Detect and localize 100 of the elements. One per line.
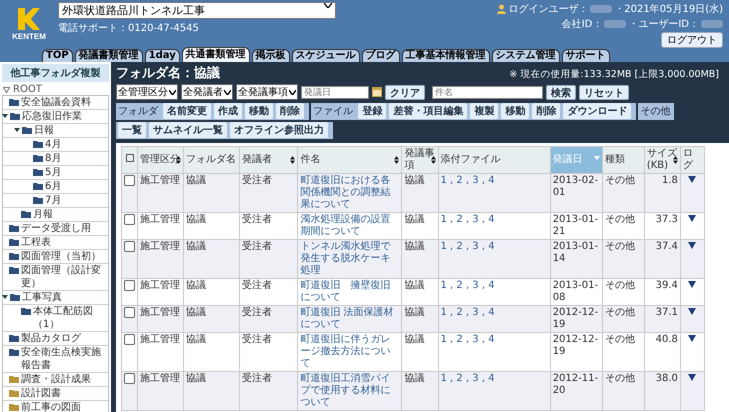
filter-select[interactable]: 全管理区分 bbox=[116, 84, 178, 100]
toolbar-button[interactable]: 名前変更 bbox=[163, 103, 212, 119]
folder-tree-item[interactable]: 安全衛生点検実施報告書 bbox=[3, 346, 108, 373]
column-header[interactable]: 件名 bbox=[298, 146, 402, 174]
column-header[interactable]: 添付ファイル bbox=[438, 146, 550, 174]
table-cell: 2013-02-01 bbox=[552, 175, 598, 198]
nav-tab[interactable]: ブログ bbox=[362, 49, 400, 62]
table-cell: その他 bbox=[604, 334, 635, 345]
project-select[interactable]: 外環状道路品川トンネル工事 bbox=[58, 2, 336, 19]
search-button[interactable]: 検索 bbox=[546, 84, 576, 100]
table-cell: 37.3 bbox=[656, 214, 678, 225]
login-user-label: ログインユーザ： bbox=[508, 3, 588, 16]
table-cell: 受注者 bbox=[242, 175, 272, 186]
company-id-label: 会社ID： bbox=[562, 18, 602, 31]
filter-select[interactable]: 全発議事項 bbox=[236, 84, 298, 100]
nav-tab[interactable]: スケジュール bbox=[292, 49, 360, 62]
table-cell: 協議 bbox=[186, 307, 206, 318]
toolbar-button[interactable]: 登録 bbox=[358, 103, 386, 119]
folder-tree-item[interactable]: 調査・設計成果 bbox=[3, 373, 108, 387]
nav-tab[interactable]: システム管理 bbox=[492, 49, 560, 62]
clear-button[interactable]: クリア bbox=[385, 84, 425, 100]
folder-tree-item[interactable]: 製品カタログ bbox=[3, 332, 108, 346]
column-header[interactable]: 発議事項 bbox=[402, 146, 438, 174]
table-cell: 2013-01-08 bbox=[552, 280, 598, 303]
table-cell: 協議 bbox=[186, 280, 206, 291]
table-cell: 39.4 bbox=[656, 280, 678, 291]
folder-tree-item[interactable]: 前工事の図面 bbox=[3, 401, 108, 412]
folder-tree-item[interactable]: 日報 bbox=[3, 124, 108, 138]
table-cell: その他 bbox=[604, 175, 635, 186]
folder-tree-item[interactable]: 図面管理（設計変更） bbox=[3, 264, 108, 291]
table-cell: 1.8 bbox=[662, 175, 678, 186]
date-input[interactable]: 発議日 bbox=[301, 86, 369, 98]
nav-tab[interactable]: 掲示板 bbox=[252, 49, 290, 62]
support-phone-text: 電話サポート：0120-47-4545 bbox=[58, 22, 200, 35]
folder-tree-item[interactable]: 安全協議会資料 bbox=[3, 96, 108, 110]
toolbar-button[interactable]: 移動 bbox=[245, 103, 274, 119]
table-cell: その他 bbox=[604, 373, 635, 384]
column-header[interactable]: 種類 bbox=[602, 146, 644, 174]
subject-input[interactable]: 件名 bbox=[432, 86, 543, 98]
table-cell: 施工管理 bbox=[140, 307, 180, 318]
nav-tab[interactable]: サポート bbox=[562, 49, 610, 62]
table-cell: 協議 bbox=[404, 334, 424, 345]
toolbar-group-label: その他 bbox=[640, 106, 670, 117]
table-cell: 2013-01-21 bbox=[552, 214, 598, 237]
root-node[interactable]: ROOT bbox=[13, 84, 42, 95]
column-header[interactable]: フォルダ名 bbox=[184, 146, 240, 174]
table-cell: 2013-01-14 bbox=[552, 241, 598, 264]
table-cell: 協議 bbox=[404, 307, 424, 318]
table-cell: 協議 bbox=[404, 241, 424, 252]
column-header[interactable]: 発議者 bbox=[240, 146, 298, 174]
logout-button[interactable]: ログアウト bbox=[661, 32, 723, 48]
column-header[interactable]: ログ bbox=[680, 146, 704, 174]
folder-tree-item[interactable]: 月報 bbox=[3, 208, 108, 222]
usage-text: ※ 現在の使用量:133.32MB [上限3,000.00MB] bbox=[509, 68, 719, 81]
nav-tab[interactable]: TOP bbox=[42, 49, 73, 62]
toolbar-button[interactable]: 一覧 bbox=[118, 122, 146, 138]
toolbar-button[interactable]: 複製 bbox=[470, 103, 498, 119]
table-cell: 協議 bbox=[186, 175, 206, 186]
table-cell: 協議 bbox=[404, 214, 424, 225]
table-cell: 施工管理 bbox=[140, 334, 180, 345]
toolbar-button[interactable]: 削除 bbox=[532, 103, 560, 119]
toolbar-button[interactable]: 作成 bbox=[214, 103, 242, 119]
table-cell: 2012-11-20 bbox=[552, 373, 598, 396]
nav-tab[interactable]: 発議書類管理 bbox=[74, 49, 143, 62]
table-cell: 37.1 bbox=[656, 307, 678, 318]
folder-tree-item[interactable]: 図面管理（当初） bbox=[3, 250, 108, 264]
nav-tab[interactable]: 1day bbox=[144, 49, 180, 62]
nav-tab[interactable]: 工事基本情報管理 bbox=[402, 49, 490, 62]
toolbar-button[interactable]: オフライン参照出力 bbox=[230, 122, 328, 138]
folder-tree-item[interactable]: 応急復旧作業 bbox=[3, 110, 108, 124]
table-cell: 協議 bbox=[186, 214, 206, 225]
folder-tree-item[interactable]: 工程表 bbox=[3, 236, 108, 250]
toolbar-button[interactable]: 移動 bbox=[501, 103, 530, 119]
folder-tree-item[interactable]: 設計図書 bbox=[3, 387, 108, 401]
table-cell: 施工管理 bbox=[140, 175, 180, 186]
table-cell: 施工管理 bbox=[140, 214, 180, 225]
folder-tree-item[interactable]: 7月 bbox=[3, 194, 108, 208]
filter-select[interactable]: 全発議者 bbox=[181, 84, 233, 100]
table-cell: 協議 bbox=[404, 373, 424, 384]
toolbar-button[interactable]: サムネイル一覧 bbox=[149, 122, 227, 138]
reset-button[interactable]: リセット bbox=[579, 84, 629, 100]
folder-tree-item[interactable]: 4月 bbox=[3, 138, 108, 152]
folder-tree-item[interactable]: 工事写真 bbox=[3, 291, 108, 305]
table-cell: 受注者 bbox=[242, 280, 272, 291]
folder-tree-item[interactable]: 6月 bbox=[3, 180, 108, 194]
table-cell: 2012-12-19 bbox=[552, 307, 598, 330]
folder-tree-item[interactable]: 8月 bbox=[3, 152, 108, 166]
copy-folder-button[interactable]: 他工事フォルダ複製 bbox=[2, 64, 109, 82]
table-cell: 協議 bbox=[186, 373, 206, 384]
toolbar-button[interactable]: 差替・項目編集 bbox=[389, 103, 468, 119]
column-header[interactable]: サイズ(KB) bbox=[644, 146, 680, 174]
nav-tab[interactable]: 共通書類管理 bbox=[182, 47, 250, 62]
folder-tree-item[interactable]: 本体工配筋図（1） bbox=[3, 305, 108, 332]
table-cell: 施工管理 bbox=[140, 373, 180, 384]
toolbar-button[interactable]: ダウンロード bbox=[563, 103, 632, 119]
folder-tree-item[interactable]: データ受渡し用 bbox=[3, 222, 108, 236]
folder-tree-item[interactable]: 5月 bbox=[3, 166, 108, 180]
table-cell: その他 bbox=[604, 241, 635, 252]
toolbar-button[interactable]: 削除 bbox=[276, 103, 304, 119]
table-cell: 受注者 bbox=[242, 307, 272, 318]
